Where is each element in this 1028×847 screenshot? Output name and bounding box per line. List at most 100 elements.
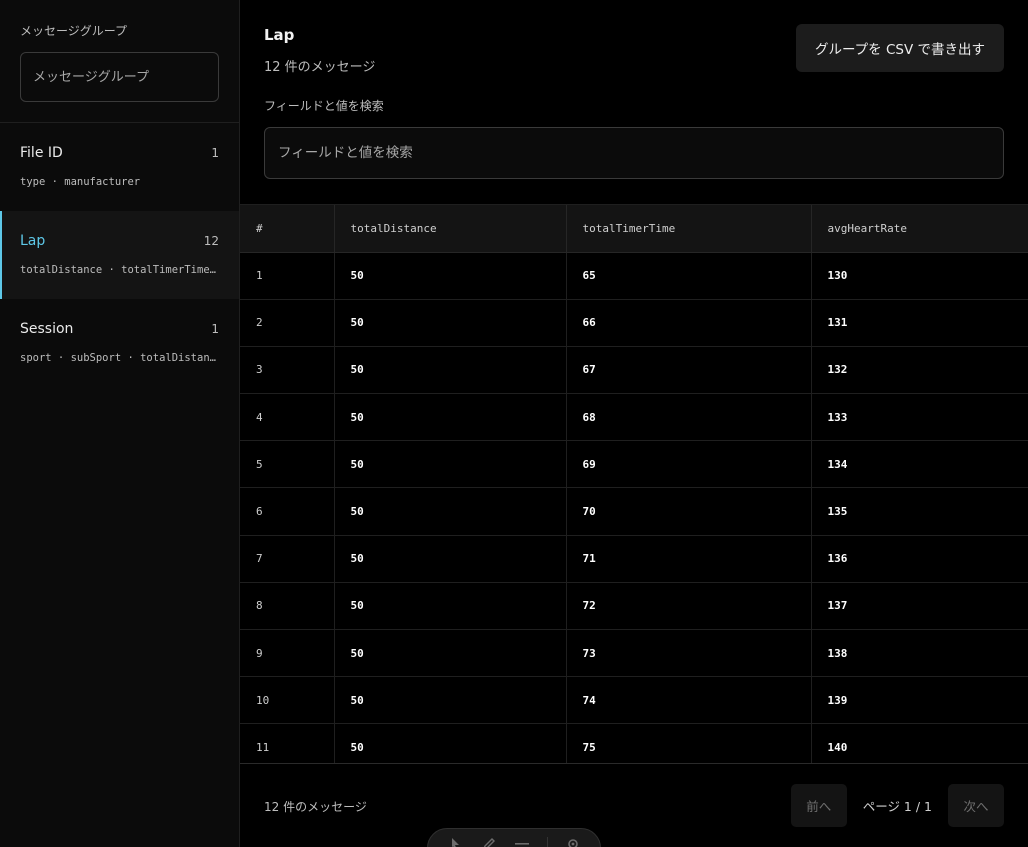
row-index-cell: 5 — [240, 440, 335, 489]
table-header: # totalDistance totalTimerTime avgHeartR… — [240, 205, 1028, 253]
group-head: Session 1 — [20, 321, 219, 337]
group-fields: sport · subSport · totalDistance · total… — [20, 352, 219, 364]
table-cell: 50 — [334, 535, 567, 583]
table-cell: 135 — [811, 487, 1028, 536]
main-header: Lap 12 件のメッセージ グループを CSV で書き出す フィールドと値を検… — [240, 0, 1028, 204]
row-index-cell: 11 — [240, 723, 335, 763]
prev-page-button[interactable]: 前へ — [790, 784, 847, 827]
column-header-total-distance[interactable]: totalDistance — [334, 205, 567, 253]
table-cell: 50 — [334, 299, 567, 347]
table-cell: 132 — [811, 346, 1028, 395]
row-index-cell: 7 — [240, 535, 335, 583]
page-indicator: ページ 1 / 1 — [862, 799, 932, 814]
column-header-avg-heart-rate[interactable]: avgHeartRate — [811, 205, 1028, 253]
row-index-cell: 1 — [240, 252, 335, 300]
menu-icon[interactable] — [513, 837, 531, 847]
table-cell: 50 — [334, 582, 567, 631]
table-cell: 131 — [811, 299, 1028, 347]
group-count: 12 — [203, 234, 219, 248]
table-row[interactable]: 1 50 65 130 — [240, 252, 1028, 300]
group-name: Lap — [20, 233, 46, 249]
table-cell: 50 — [334, 676, 567, 725]
table-cell: 130 — [811, 252, 1028, 300]
toolbar-separator — [547, 837, 549, 847]
group-count: 1 — [211, 146, 219, 160]
group-filter-section: メッセージグループ — [0, 0, 239, 123]
table-cell: 74 — [566, 676, 812, 725]
table-row[interactable]: 5 50 69 134 — [240, 440, 1028, 489]
group-filter-input[interactable] — [20, 52, 219, 102]
table-row[interactable]: 11 50 75 140 — [240, 723, 1028, 763]
search-label: フィールドと値を検索 — [264, 99, 384, 113]
data-table: # totalDistance totalTimerTime avgHeartR… — [240, 205, 1028, 763]
export-csv-button[interactable]: グループを CSV で書き出す — [795, 24, 1004, 72]
table-cell: 136 — [811, 535, 1028, 583]
row-index-cell: 10 — [240, 676, 335, 725]
pen-icon[interactable] — [480, 837, 498, 847]
group-count: 1 — [211, 322, 219, 336]
table-cell: 75 — [566, 723, 812, 763]
group-filter-label: メッセージグループ — [20, 24, 128, 38]
pagination: 前へ ページ 1 / 1 次へ — [790, 784, 1004, 827]
table-scroll-area[interactable]: # totalDistance totalTimerTime avgHeartR… — [240, 204, 1028, 764]
table-cell: 137 — [811, 582, 1028, 631]
group-name: File ID — [20, 145, 63, 161]
table-cell: 140 — [811, 723, 1028, 763]
group-list: File ID 1 type · manufacturer Lap 12 tot… — [0, 123, 239, 387]
table-cell: 50 — [334, 393, 567, 442]
table-cell: 69 — [566, 440, 812, 489]
table-row[interactable]: 7 50 71 136 — [240, 535, 1028, 583]
row-index-cell: 9 — [240, 629, 335, 678]
table-row[interactable]: 4 50 68 133 — [240, 393, 1028, 442]
table-cell: 50 — [334, 346, 567, 395]
table-body: 1 50 65 130 2 50 66 131 3 50 67 132 4 50 68 133 5 50 69 134… — [240, 252, 1028, 763]
column-header-total-timer-time[interactable]: totalTimerTime — [566, 205, 812, 253]
table-cell: 68 — [566, 393, 812, 442]
gear-icon[interactable] — [564, 837, 582, 847]
group-name: Session — [20, 321, 74, 337]
row-index-cell: 6 — [240, 487, 335, 536]
table-cell: 50 — [334, 629, 567, 678]
table-row[interactable]: 6 50 70 135 — [240, 487, 1028, 536]
group-head: File ID 1 — [20, 145, 219, 161]
table-row[interactable]: 2 50 66 131 — [240, 299, 1028, 347]
table-cell: 72 — [566, 582, 812, 631]
table-cell: 50 — [334, 252, 567, 300]
table-cell: 73 — [566, 629, 812, 678]
table-cell: 65 — [566, 252, 812, 300]
table-cell: 50 — [334, 723, 567, 763]
row-index-cell: 3 — [240, 346, 335, 395]
table-cell: 138 — [811, 629, 1028, 678]
floating-toolbar — [427, 828, 601, 847]
table-row[interactable]: 9 50 73 138 — [240, 629, 1028, 678]
main-panel: Lap 12 件のメッセージ グループを CSV で書き出す フィールドと値を検… — [240, 0, 1028, 847]
table-row[interactable]: 3 50 67 132 — [240, 346, 1028, 395]
table-footer: 12 件のメッセージ 前へ ページ 1 / 1 次へ — [240, 764, 1028, 846]
table-cell: 50 — [334, 487, 567, 536]
table-cell: 139 — [811, 676, 1028, 725]
table-header-row: # totalDistance totalTimerTime avgHeartR… — [240, 205, 1028, 253]
row-index-cell: 4 — [240, 393, 335, 442]
table-row[interactable]: 10 50 74 139 — [240, 676, 1028, 725]
sidebar: メッセージグループ File ID 1 type · manufacturer … — [0, 0, 240, 847]
next-page-button[interactable]: 次へ — [948, 784, 1004, 827]
table-cell: 133 — [811, 393, 1028, 442]
app-window: メッセージグループ File ID 1 type · manufacturer … — [0, 0, 1028, 847]
column-header-index[interactable]: # — [240, 205, 335, 253]
row-index-cell: 2 — [240, 299, 335, 347]
group-head: Lap 12 — [20, 233, 219, 249]
pointer-icon[interactable] — [446, 837, 464, 847]
search-input[interactable] — [264, 127, 1004, 179]
group-item-session[interactable]: Session 1 sport · subSport · totalDistan… — [0, 299, 239, 387]
table-cell: 71 — [566, 535, 812, 583]
group-item-lap[interactable]: Lap 12 totalDistance · totalTimerTime · … — [0, 211, 239, 299]
table-cell: 67 — [566, 346, 812, 395]
row-index-cell: 8 — [240, 582, 335, 631]
group-item-file-id[interactable]: File ID 1 type · manufacturer — [0, 123, 239, 211]
table-cell: 70 — [566, 487, 812, 536]
table-cell: 134 — [811, 440, 1028, 489]
table-cell: 50 — [334, 440, 567, 489]
table-row[interactable]: 8 50 72 137 — [240, 582, 1028, 631]
group-fields: totalDistance · totalTimerTime · avgHear… — [20, 264, 219, 276]
group-fields: type · manufacturer — [20, 176, 141, 188]
